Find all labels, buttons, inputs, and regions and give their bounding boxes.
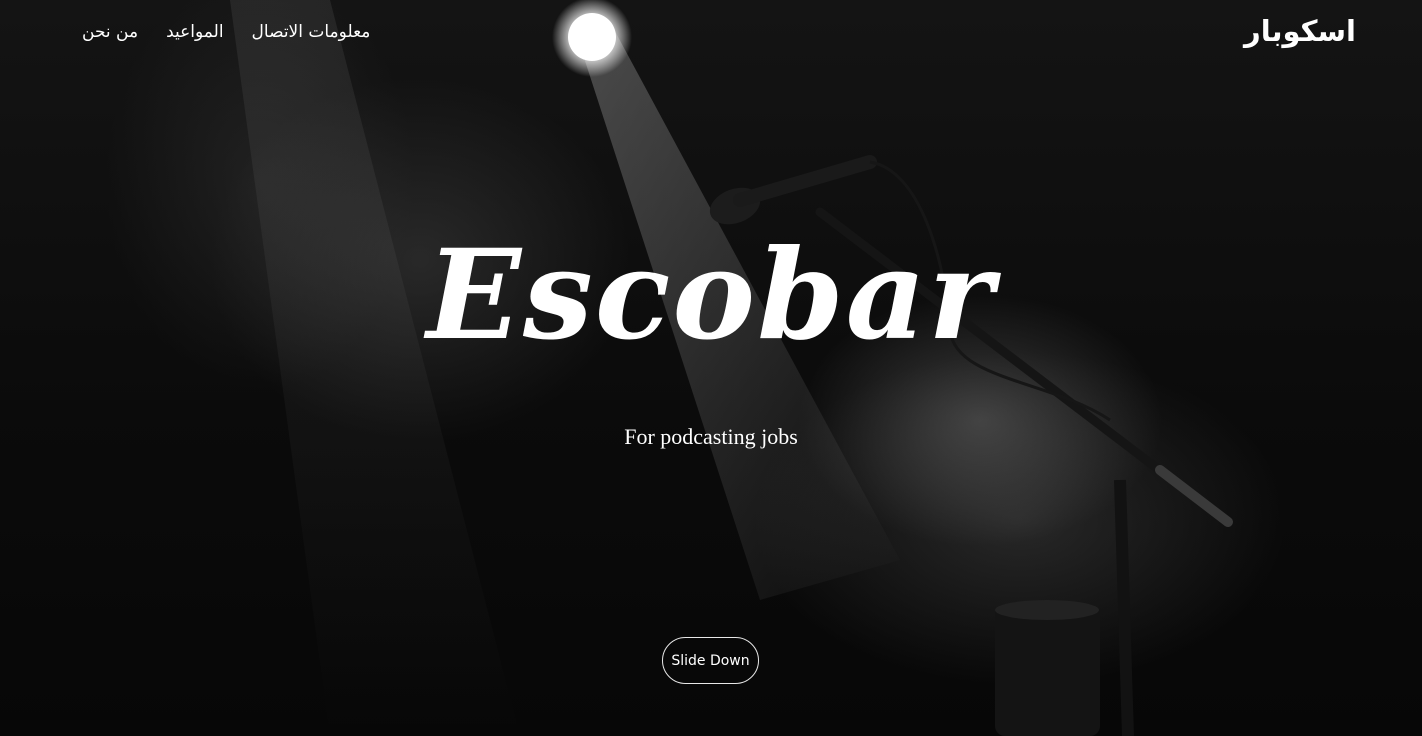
nav-item-contact[interactable]: معلومات الاتصال [252,22,371,42]
hero-subtitle: For podcasting jobs [624,424,798,449]
microphone-stage-photo [230,0,1233,736]
nav-item-schedule[interactable]: المواعيد [166,22,223,42]
hero-title: Escobar [426,223,996,368]
site-logo[interactable]: اسكوبار [1244,14,1356,48]
main-nav: من نحن المواعيد معلومات الاتصال [82,22,370,42]
slide-down-button[interactable]: Slide Down [662,637,759,684]
hero-section [0,0,1422,736]
nav-item-about[interactable]: من نحن [82,22,138,42]
